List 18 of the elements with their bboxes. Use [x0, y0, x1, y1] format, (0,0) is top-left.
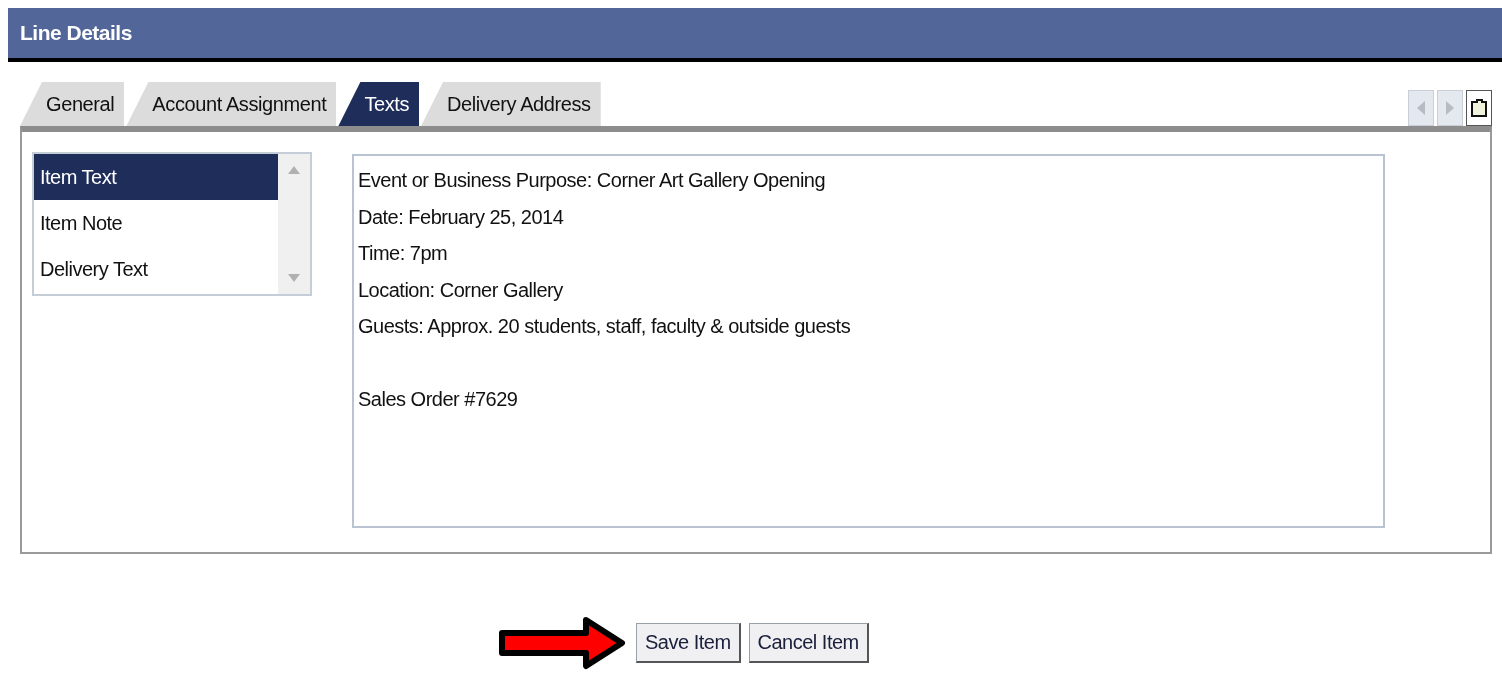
tab[interactable]: Texts [338, 82, 420, 126]
tab[interactable]: General [20, 82, 125, 126]
arrow-icon [498, 616, 628, 670]
window-title: Line Details [20, 21, 132, 45]
action-button[interactable]: Save Item [636, 623, 741, 663]
up-arrow-icon [288, 166, 300, 174]
previous-button[interactable] [1408, 90, 1434, 126]
tab[interactable]: Account Assignment [126, 82, 337, 126]
right-triangle-icon [1446, 101, 1454, 115]
left-triangle-icon [1417, 101, 1425, 115]
window-icon [1470, 98, 1488, 118]
window-button[interactable] [1466, 90, 1492, 126]
action-button[interactable]: Cancel Item [748, 623, 869, 663]
text-field[interactable]: Event or Business Purpose: Corner Art Gallery Opening Date: February 25, 2014 Time: 7pm Location: Corner Gallery Guests: Approx. 20 students, staff, faculty & outside guests Sales Order #7629 [352, 154, 1385, 528]
tab[interactable]: Delivery Address [421, 82, 601, 126]
list-item[interactable]: Item Text [34, 154, 278, 200]
scrollbar[interactable] [278, 154, 310, 294]
down-arrow-icon [288, 274, 300, 282]
